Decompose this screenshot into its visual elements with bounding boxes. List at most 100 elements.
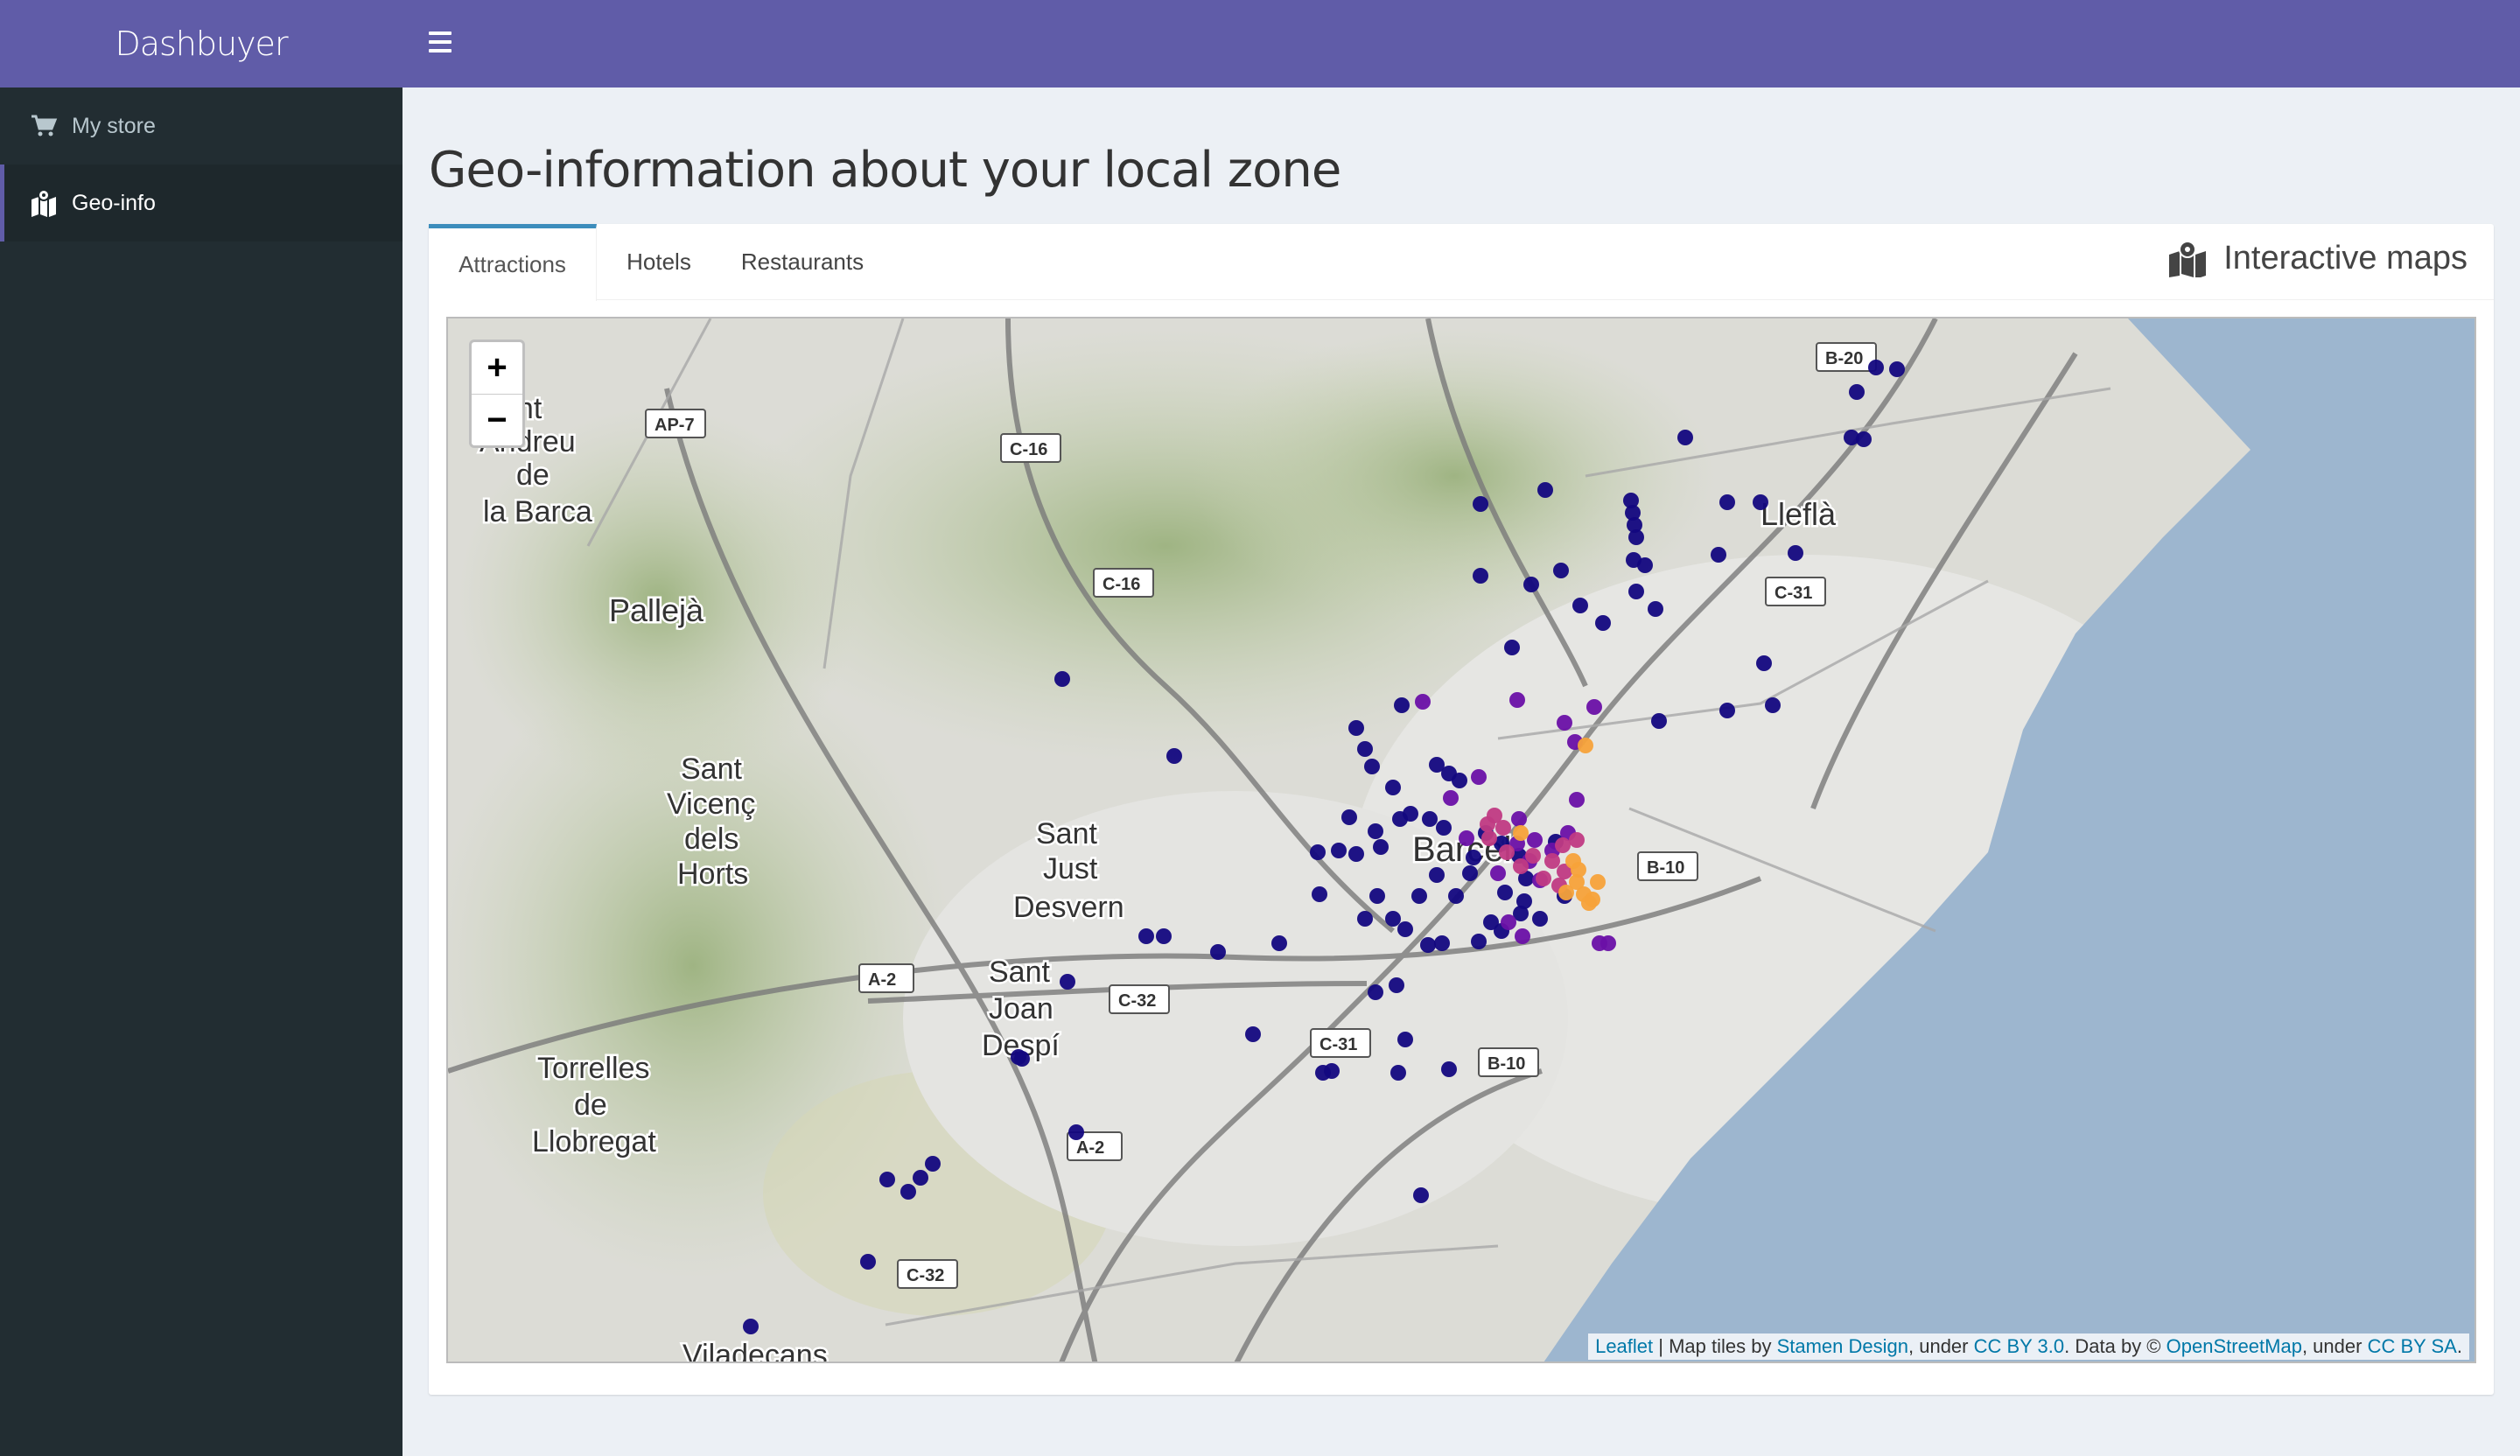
osm-link[interactable]: OpenStreetMap xyxy=(2166,1335,2302,1357)
attraction-marker[interactable] xyxy=(1711,547,1726,563)
attraction-marker[interactable] xyxy=(1719,494,1735,510)
attraction-marker[interactable] xyxy=(1544,853,1560,869)
attraction-marker[interactable] xyxy=(1385,911,1401,927)
attraction-marker[interactable] xyxy=(1054,671,1070,687)
app-logo[interactable]: Dashbuyer xyxy=(0,0,402,88)
attraction-marker[interactable] xyxy=(1553,563,1569,578)
attraction-marker[interactable] xyxy=(860,1254,876,1270)
attraction-marker[interactable] xyxy=(1756,655,1772,671)
attraction-marker[interactable] xyxy=(1397,1032,1413,1047)
attraction-marker[interactable] xyxy=(1389,977,1404,993)
attraction-marker[interactable] xyxy=(1369,888,1385,904)
attraction-marker[interactable] xyxy=(1331,843,1347,858)
cc-by-sa-link[interactable]: CC BY SA xyxy=(2368,1335,2457,1357)
attraction-marker[interactable] xyxy=(1637,557,1653,573)
attraction-marker[interactable] xyxy=(1368,823,1383,839)
interactive-map[interactable]: ant Andreu de la Barca Pallejà Sant Vice… xyxy=(446,317,2476,1363)
attraction-marker[interactable] xyxy=(925,1156,941,1172)
attraction-marker[interactable] xyxy=(1413,1187,1429,1203)
attraction-marker[interactable] xyxy=(1348,720,1364,736)
attraction-marker[interactable] xyxy=(1368,984,1383,1000)
attraction-marker[interactable] xyxy=(1501,914,1516,930)
attraction-marker[interactable] xyxy=(1060,974,1075,990)
sidebar-item-my-store[interactable]: My store xyxy=(0,88,402,164)
leaflet-link[interactable]: Leaflet xyxy=(1595,1335,1653,1357)
attraction-marker[interactable] xyxy=(1569,792,1585,808)
attraction-marker[interactable] xyxy=(1156,928,1172,944)
attraction-marker[interactable] xyxy=(1523,577,1539,592)
attraction-marker[interactable] xyxy=(1466,850,1481,865)
attraction-marker[interactable] xyxy=(1210,944,1226,960)
attraction-marker[interactable] xyxy=(1511,811,1527,827)
attraction-marker[interactable] xyxy=(1483,914,1499,930)
menu-toggle-icon[interactable] xyxy=(429,32,452,54)
attraction-marker[interactable] xyxy=(1719,703,1735,718)
attraction-marker[interactable] xyxy=(1532,911,1548,927)
tab-attractions[interactable]: Attractions xyxy=(429,224,597,301)
attraction-marker[interactable] xyxy=(1481,830,1497,846)
attraction-marker[interactable] xyxy=(1390,1065,1406,1081)
attraction-marker[interactable] xyxy=(1245,1026,1261,1042)
attraction-marker[interactable] xyxy=(1504,640,1520,655)
attraction-marker[interactable] xyxy=(1471,934,1487,949)
attraction-marker[interactable] xyxy=(1513,825,1529,841)
attraction-marker[interactable] xyxy=(1357,911,1373,927)
attraction-marker[interactable] xyxy=(879,1172,895,1187)
attraction-marker[interactable] xyxy=(1422,811,1438,827)
attraction-marker[interactable] xyxy=(1452,773,1467,788)
cc-by-link[interactable]: CC BY 3.0 xyxy=(1974,1335,2065,1357)
zoom-out-button[interactable]: − xyxy=(472,395,522,446)
attraction-marker[interactable] xyxy=(1373,839,1389,855)
attraction-marker[interactable] xyxy=(1889,361,1905,377)
attraction-marker[interactable] xyxy=(1595,615,1611,631)
attraction-marker[interactable] xyxy=(1557,715,1572,731)
attraction-marker[interactable] xyxy=(1527,832,1543,848)
attraction-marker[interactable] xyxy=(1014,1051,1030,1067)
attraction-marker[interactable] xyxy=(1385,780,1401,795)
attraction-marker[interactable] xyxy=(900,1184,916,1200)
attraction-marker[interactable] xyxy=(1068,1124,1084,1140)
attraction-marker[interactable] xyxy=(1490,865,1506,881)
attraction-marker[interactable] xyxy=(1434,935,1450,951)
attraction-marker[interactable] xyxy=(1429,867,1445,883)
attraction-marker[interactable] xyxy=(1569,832,1585,848)
attraction-marker[interactable] xyxy=(1856,431,1872,447)
attraction-marker[interactable] xyxy=(1436,820,1452,836)
attraction-marker[interactable] xyxy=(1420,937,1436,953)
attraction-marker[interactable] xyxy=(1348,846,1364,862)
attraction-marker[interactable] xyxy=(1497,885,1513,900)
attraction-marker[interactable] xyxy=(1628,529,1644,545)
attraction-marker[interactable] xyxy=(1357,741,1373,757)
attraction-marker[interactable] xyxy=(1628,584,1644,599)
attraction-marker[interactable] xyxy=(1565,853,1581,869)
attraction-marker[interactable] xyxy=(743,1319,759,1334)
attraction-marker[interactable] xyxy=(1600,935,1616,951)
attraction-marker[interactable] xyxy=(1515,928,1530,944)
attraction-marker[interactable] xyxy=(1443,790,1459,806)
attraction-marker[interactable] xyxy=(1868,360,1884,375)
attraction-marker[interactable] xyxy=(1495,820,1511,836)
sidebar-item-geo-info[interactable]: Geo-info xyxy=(0,164,402,242)
attraction-marker[interactable] xyxy=(1648,601,1663,617)
attraction-marker[interactable] xyxy=(1585,892,1600,907)
attraction-marker[interactable] xyxy=(1341,809,1357,825)
attraction-marker[interactable] xyxy=(913,1170,928,1186)
attraction-marker[interactable] xyxy=(1555,837,1571,853)
attraction-marker[interactable] xyxy=(1271,935,1287,951)
attraction-marker[interactable] xyxy=(1471,769,1487,785)
attraction-marker[interactable] xyxy=(1578,738,1593,753)
attraction-marker[interactable] xyxy=(1310,844,1326,860)
attraction-marker[interactable] xyxy=(1473,496,1488,512)
attraction-marker[interactable] xyxy=(1849,384,1865,400)
attraction-marker[interactable] xyxy=(1394,697,1410,713)
attraction-marker[interactable] xyxy=(1590,874,1606,890)
attraction-marker[interactable] xyxy=(1448,888,1464,904)
tab-hotels[interactable]: Hotels xyxy=(597,224,721,299)
attraction-marker[interactable] xyxy=(1509,692,1525,708)
attraction-marker[interactable] xyxy=(1499,844,1515,860)
attraction-marker[interactable] xyxy=(1415,694,1431,710)
attraction-marker[interactable] xyxy=(1537,482,1553,498)
attraction-marker[interactable] xyxy=(1473,568,1488,584)
attraction-marker[interactable] xyxy=(1677,430,1693,445)
attraction-marker[interactable] xyxy=(1312,886,1327,902)
